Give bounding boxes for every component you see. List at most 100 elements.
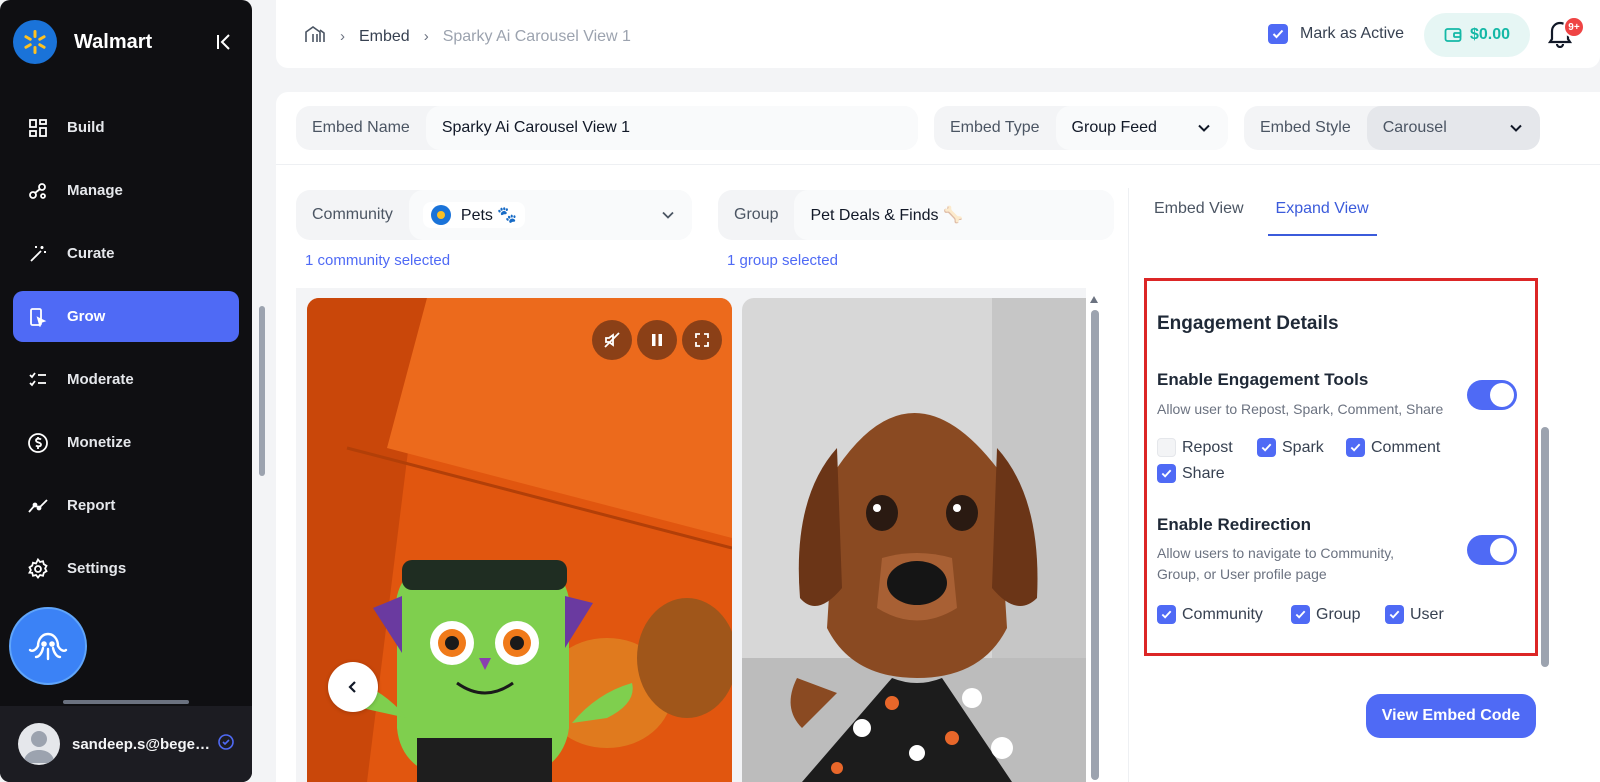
- chevron-down-icon[interactable]: [660, 207, 676, 228]
- share-checkbox[interactable]: Share: [1157, 464, 1225, 483]
- sidebar-item-build[interactable]: Build: [13, 102, 239, 153]
- engagement-details-section: Engagement Details Enable Engagement Too…: [1144, 278, 1538, 656]
- checkbox-checked-icon[interactable]: [1291, 605, 1310, 624]
- breadcrumb: › Embed › Sparky Ai Carousel View 1: [304, 24, 631, 49]
- sidebar-drag-handle[interactable]: [63, 700, 189, 704]
- view-tabs: Embed View Expand View: [1154, 200, 1409, 236]
- embed-name-input[interactable]: Sparky Ai Carousel View 1: [425, 106, 918, 150]
- sidebar-item-grow[interactable]: Grow: [13, 291, 239, 342]
- embed-style-select[interactable]: Embed Style Carousel: [1244, 106, 1540, 150]
- plush-toy-video-image: [307, 298, 732, 782]
- fullscreen-icon[interactable]: [682, 320, 722, 360]
- breadcrumb-embed[interactable]: Embed: [359, 28, 410, 46]
- walmart-spark-logo-icon: [13, 20, 57, 64]
- group-redirect-checkbox[interactable]: Group: [1291, 605, 1360, 624]
- breadcrumb-separator-icon: ›: [423, 28, 429, 45]
- comment-checkbox[interactable]: Comment: [1346, 438, 1440, 457]
- carousel-prev-button[interactable]: [328, 662, 378, 712]
- sidebar-item-manage[interactable]: Manage: [13, 165, 239, 216]
- dachshund-photo-image: [742, 298, 1086, 782]
- sidebar-item-monetize[interactable]: Monetize: [13, 417, 239, 468]
- spark-label: Spark: [1282, 438, 1324, 456]
- breadcrumb-current: Sparky Ai Carousel View 1: [442, 27, 631, 45]
- octopus-assistant-button[interactable]: [9, 607, 87, 685]
- sidebar-scrollbar[interactable]: [259, 306, 265, 476]
- sidebar-item-report[interactable]: Report: [13, 480, 239, 531]
- community-value[interactable]: Pets 🐾: [408, 190, 692, 240]
- sidebar-item-label: Settings: [67, 560, 127, 577]
- sidebar-item-moderate[interactable]: Moderate: [13, 354, 239, 405]
- community-label: Community: [312, 206, 393, 223]
- trend-icon: [27, 495, 49, 517]
- chevron-down-icon[interactable]: [1196, 120, 1212, 141]
- mark-as-active-label: Mark as Active: [1300, 25, 1405, 42]
- avatar: [18, 723, 60, 765]
- pause-icon[interactable]: [637, 320, 677, 360]
- sidebar: Walmart Build Manage Curate Grow Moderat…: [0, 0, 252, 782]
- carousel-card-plush-toy[interactable]: [307, 298, 732, 782]
- divider: [276, 164, 1600, 165]
- view-embed-code-button[interactable]: View Embed Code: [1366, 694, 1536, 738]
- group-selected-count: 1 group selected: [727, 252, 838, 269]
- checkbox-checked-icon[interactable]: [1157, 605, 1176, 624]
- embed-name-label: Embed Name: [312, 119, 410, 136]
- sidebar-item-curate[interactable]: Curate: [13, 228, 239, 279]
- divider: [1128, 188, 1129, 782]
- engagement-tools-title: Enable Engagement Tools: [1157, 370, 1369, 389]
- community-chip[interactable]: Pets 🐾: [422, 202, 526, 228]
- community-redirect-label: Community: [1182, 605, 1263, 623]
- redirection-toggle[interactable]: [1467, 535, 1517, 565]
- group-label: Group: [734, 206, 779, 223]
- checkbox-checked-icon[interactable]: [1157, 464, 1176, 483]
- spark-checkbox[interactable]: Spark: [1257, 438, 1324, 457]
- embed-editor-panel: Embed Name Sparky Ai Carousel View 1 Emb…: [276, 92, 1600, 782]
- checkbox-checked-icon[interactable]: [1385, 605, 1404, 624]
- group-redirect-label: Group: [1316, 605, 1361, 623]
- user-redirect-label: User: [1410, 605, 1444, 623]
- community-avatar-icon: [430, 205, 451, 225]
- grid-icon: [27, 117, 49, 139]
- sidebar-item-label: Monetize: [67, 434, 132, 451]
- checkbox-checked-icon[interactable]: [1346, 438, 1365, 457]
- repost-checkbox[interactable]: Repost: [1157, 438, 1233, 457]
- mark-as-active-toggle[interactable]: Mark as Active: [1268, 24, 1404, 44]
- engagement-tools-toggle[interactable]: [1467, 380, 1517, 410]
- wallet-amount: $0.00: [1469, 26, 1511, 43]
- tab-expand-view[interactable]: Expand View: [1267, 200, 1377, 236]
- brand[interactable]: Walmart: [13, 20, 152, 64]
- chevron-down-icon[interactable]: [1508, 120, 1524, 141]
- group-select[interactable]: Group Pet Deals & Finds 🦴: [718, 190, 1114, 240]
- nodes-icon: [27, 180, 49, 202]
- embed-name-field[interactable]: Embed Name Sparky Ai Carousel View 1: [296, 106, 918, 150]
- community-select[interactable]: Community Pets 🐾: [296, 190, 692, 240]
- topbar: › Embed › Sparky Ai Carousel View 1 Mark…: [276, 0, 1600, 68]
- community-selected-count: 1 community selected: [305, 252, 451, 269]
- carousel-card-dachshund[interactable]: [742, 298, 1086, 782]
- sidebar-item-label: Report: [67, 497, 116, 514]
- engagement-details-title: Engagement Details: [1157, 313, 1339, 334]
- sidebar-item-label: Manage: [67, 182, 123, 199]
- embed-type-select[interactable]: Embed Type Group Feed: [934, 106, 1228, 150]
- community-redirect-checkbox[interactable]: Community: [1157, 605, 1263, 624]
- sidebar-item-label: Grow: [67, 308, 106, 325]
- wallet-balance-button[interactable]: $0.00: [1424, 13, 1530, 57]
- tab-embed-view[interactable]: Embed View: [1154, 200, 1244, 236]
- sidebar-item-settings[interactable]: Settings: [13, 543, 239, 594]
- collapse-sidebar-icon[interactable]: [212, 30, 236, 54]
- carousel-preview: [296, 288, 1086, 782]
- checkbox-unchecked-icon[interactable]: [1157, 438, 1176, 457]
- engagement-tools-description: Allow user to Repost, Spark, Comment, Sh…: [1157, 401, 1444, 417]
- user-redirect-checkbox[interactable]: User: [1385, 605, 1444, 624]
- settings-scrollbar[interactable]: [1541, 427, 1549, 667]
- mute-icon[interactable]: [592, 320, 632, 360]
- embed-type-label: Embed Type: [950, 119, 1040, 136]
- redirection-title: Enable Redirection: [1157, 515, 1311, 534]
- checkbox-checked-icon[interactable]: [1257, 438, 1276, 457]
- user-profile[interactable]: sandeep.s@begen...: [0, 706, 252, 782]
- checklist-icon: [27, 369, 49, 391]
- carousel-scrollbar[interactable]: [1091, 310, 1099, 780]
- group-value[interactable]: Pet Deals & Finds 🦴: [794, 190, 1114, 240]
- community-chip-label: Pets 🐾: [460, 207, 518, 224]
- checkbox-checked-icon[interactable]: [1268, 24, 1288, 44]
- home-building-icon[interactable]: [304, 24, 326, 49]
